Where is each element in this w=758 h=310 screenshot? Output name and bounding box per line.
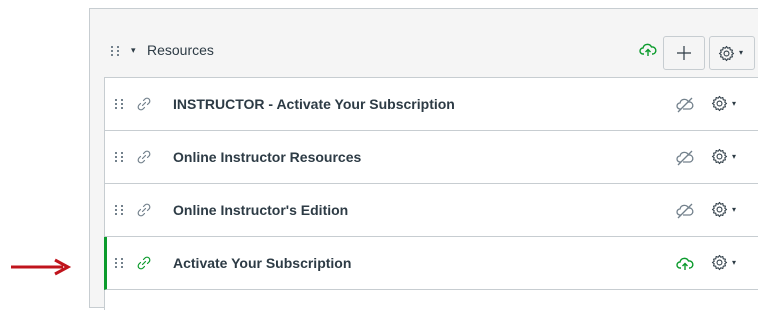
chevron-down-icon: ▾ — [739, 48, 744, 57]
module-resources: ▾ Resources ▾ INSTRUCTOR - Activate Your… — [89, 8, 758, 310]
module-header: ▾ Resources ▾ — [90, 9, 758, 77]
gear-icon[interactable] — [711, 254, 728, 271]
link-icon — [137, 203, 151, 217]
drag-handle-icon[interactable] — [115, 202, 125, 218]
unpublished-cloud-icon[interactable] — [676, 202, 694, 220]
drag-handle-icon[interactable] — [115, 149, 125, 165]
gear-icon[interactable] — [711, 201, 728, 218]
unpublished-cloud-icon[interactable] — [676, 149, 694, 167]
published-cloud-icon[interactable] — [676, 255, 694, 273]
annotation-arrow — [11, 258, 72, 276]
gear-icon[interactable] — [711, 148, 728, 165]
item-title-link[interactable]: INSTRUCTOR - Activate Your Subscription — [173, 96, 455, 112]
list-item[interactable]: Online Instructor's Edition ▾ — [105, 184, 758, 237]
chevron-down-icon[interactable]: ▾ — [732, 205, 736, 214]
module-publish-cloud-icon[interactable] — [639, 41, 657, 59]
collapse-caret-icon[interactable]: ▾ — [131, 45, 136, 56]
drag-handle-icon[interactable] — [115, 96, 125, 112]
list-item[interactable]: Online Instructor Resources ▾ — [105, 131, 758, 184]
item-title-link[interactable]: Online Instructor's Edition — [173, 202, 348, 218]
module-settings-button[interactable]: ▾ — [709, 36, 755, 70]
link-icon — [137, 150, 151, 164]
add-item-button[interactable] — [663, 36, 705, 70]
chevron-down-icon[interactable]: ▾ — [732, 152, 736, 161]
chevron-down-icon[interactable]: ▾ — [732, 258, 736, 267]
gear-icon — [718, 45, 735, 62]
list-item[interactable]: INSTRUCTOR - Activate Your Subscription … — [105, 78, 758, 131]
module-drag-handle-icon[interactable] — [111, 43, 121, 59]
chevron-down-icon[interactable]: ▾ — [732, 99, 736, 108]
unpublished-cloud-icon[interactable] — [676, 96, 694, 114]
module-title: Resources — [147, 42, 214, 58]
module-items-list: INSTRUCTOR - Activate Your Subscription … — [104, 77, 758, 310]
item-title-link[interactable]: Activate Your Subscription — [173, 255, 351, 271]
gear-icon[interactable] — [711, 95, 728, 112]
list-item[interactable]: Activate Your Subscription ▾ — [104, 237, 758, 290]
drag-handle-icon[interactable] — [115, 255, 125, 271]
link-icon — [137, 97, 151, 111]
link-icon — [137, 256, 151, 270]
plus-icon — [677, 46, 691, 60]
item-title-link[interactable]: Online Instructor Resources — [173, 149, 361, 165]
